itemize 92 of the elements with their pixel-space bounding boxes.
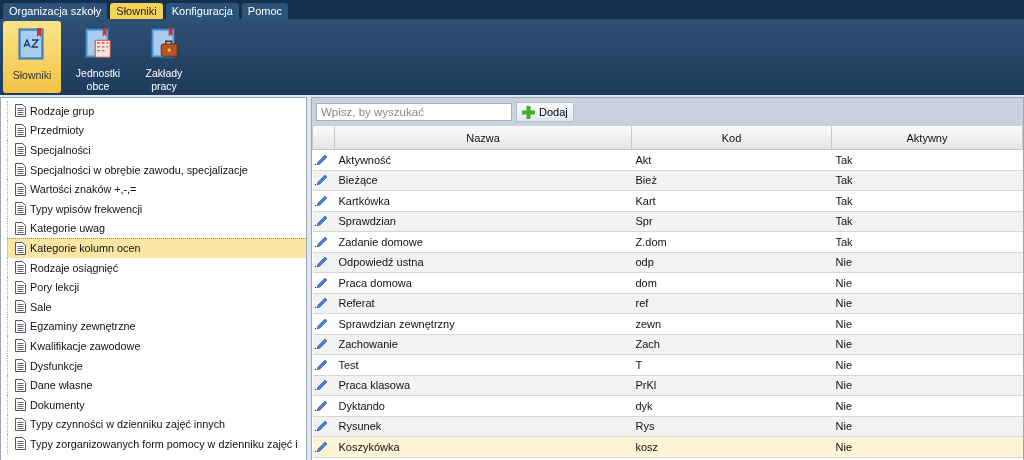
table-cell: Tak [831,190,1023,211]
table-cell: Zadanie domowe [334,231,632,252]
document-icon [15,261,26,275]
document-icon [15,378,26,392]
table-cell: Koszykówka [334,436,632,457]
document-icon [15,300,26,314]
document-icon [15,104,26,118]
table-cell: Praca klasowa [334,375,632,396]
document-icon [15,417,26,431]
document-icon [15,182,26,196]
document-icon [15,398,26,412]
column-header[interactable]: Nazwa [334,126,632,150]
tree-item[interactable]: Specjalności [7,140,306,160]
pencil-icon[interactable] [314,398,329,411]
tree-item[interactable]: Typy czynności w dzienniku zajęć innych [7,414,306,435]
add-button[interactable]: Dodaj [516,102,574,122]
document-icon [15,319,26,333]
plus-icon [522,105,535,119]
pencil-icon[interactable] [314,193,329,206]
tree-item[interactable]: Rodzaje osiągnięć [7,257,306,278]
table-cell: Praca domowa [334,272,632,293]
table-cell: Akt [631,149,832,170]
table-cell: Aktywność [334,149,632,170]
pencil-icon[interactable] [314,296,329,309]
tree-item[interactable]: Dysfunkcje [7,355,306,376]
pencil-icon[interactable] [314,234,329,247]
column-header[interactable]: Kod [631,126,832,150]
tree-item[interactable]: Egzaminy zewnętrzne [7,316,306,337]
ribbon-button[interactable]: Jednostki obce [69,21,127,93]
table-cell: T [631,354,832,375]
table-cell: Rysunek [334,416,632,437]
pencil-icon[interactable] [314,214,329,227]
ribbon-button[interactable]: Zakłady pracy [135,21,193,93]
table-cell: Bieżące [334,170,632,191]
table-cell: Tak [831,149,1023,170]
tree-item[interactable]: Wartości znaków +,-,= [7,179,306,199]
menu-tab[interactable]: Pomoc [241,3,289,19]
table-cell: Test [334,354,632,375]
pencil-icon[interactable] [314,275,329,288]
table-cell: Dyktando [334,395,632,416]
tree-item[interactable]: Typy zorganizowanych form pomocy w dzienniku zajęć i [7,434,306,454]
pencil-icon[interactable] [314,378,329,391]
menu-tab[interactable]: Organizacja szkoły [3,3,108,19]
tree-item[interactable]: Rodzaje grup [7,101,306,121]
tree-item[interactable]: Kategorie kolumn ocen [7,238,306,258]
tree-item[interactable]: Dane własne [7,375,306,395]
table-cell: Nie [831,395,1023,416]
document-icon [15,202,26,216]
pencil-icon[interactable] [314,255,329,268]
tree-item[interactable]: Sale [7,296,306,317]
tree-item[interactable]: Pory lekcji [7,277,306,297]
table-cell: dom [631,272,832,293]
table-cell: dyk [631,395,832,416]
pencil-icon[interactable] [314,439,329,452]
pencil-icon[interactable] [314,337,329,350]
table-cell: Nie [831,313,1023,334]
tree-item[interactable]: Typy wpisów frekwencji [7,198,306,219]
pencil-icon[interactable] [314,357,329,370]
table-cell: Nie [831,272,1023,293]
tree-item[interactable]: Kwalifikacje zawodowe [7,336,306,356]
document-icon [15,143,26,157]
tree-item[interactable]: Przedmioty [7,120,306,141]
document-icon [15,437,26,451]
document-icon [15,339,26,353]
table-cell: Sprawdzian zewnętrzny [334,313,632,334]
tree-item[interactable]: Dokumenty [7,394,306,415]
column-header[interactable]: Aktywny [831,126,1023,150]
document-icon [15,123,26,137]
tree-item[interactable]: Specjalności w obrębie zawodu, specjalizacje [7,159,306,180]
pencil-icon[interactable] [314,316,329,329]
document-icon [15,359,26,372]
table-cell: Z.dom [631,231,832,252]
table-cell: Sprawdzian [334,211,632,232]
document-icon [15,280,26,294]
table-cell: Kart [631,190,832,211]
ribbon-button[interactable]: Słowniki [3,21,61,93]
document-icon [15,163,26,177]
table-cell: zewn [631,313,832,334]
menu-tab[interactable]: Słowniki [110,3,163,19]
table-cell: Tak [831,231,1023,252]
document-icon [15,221,26,235]
table-cell: Odpowiedź ustna [334,252,632,273]
pencil-icon[interactable] [314,173,329,186]
search-field[interactable]: Wpisz, by wyszukać [316,103,512,121]
table-cell: Referat [334,293,632,314]
table-cell: Kartkówka [334,190,632,211]
pencil-icon[interactable] [314,152,329,165]
table-cell: Nie [831,354,1023,375]
pencil-icon[interactable] [314,419,329,432]
document-icon [15,241,26,255]
table-cell: Zachowanie [334,334,632,355]
menu-tab[interactable]: Konfiguracja [165,3,239,19]
